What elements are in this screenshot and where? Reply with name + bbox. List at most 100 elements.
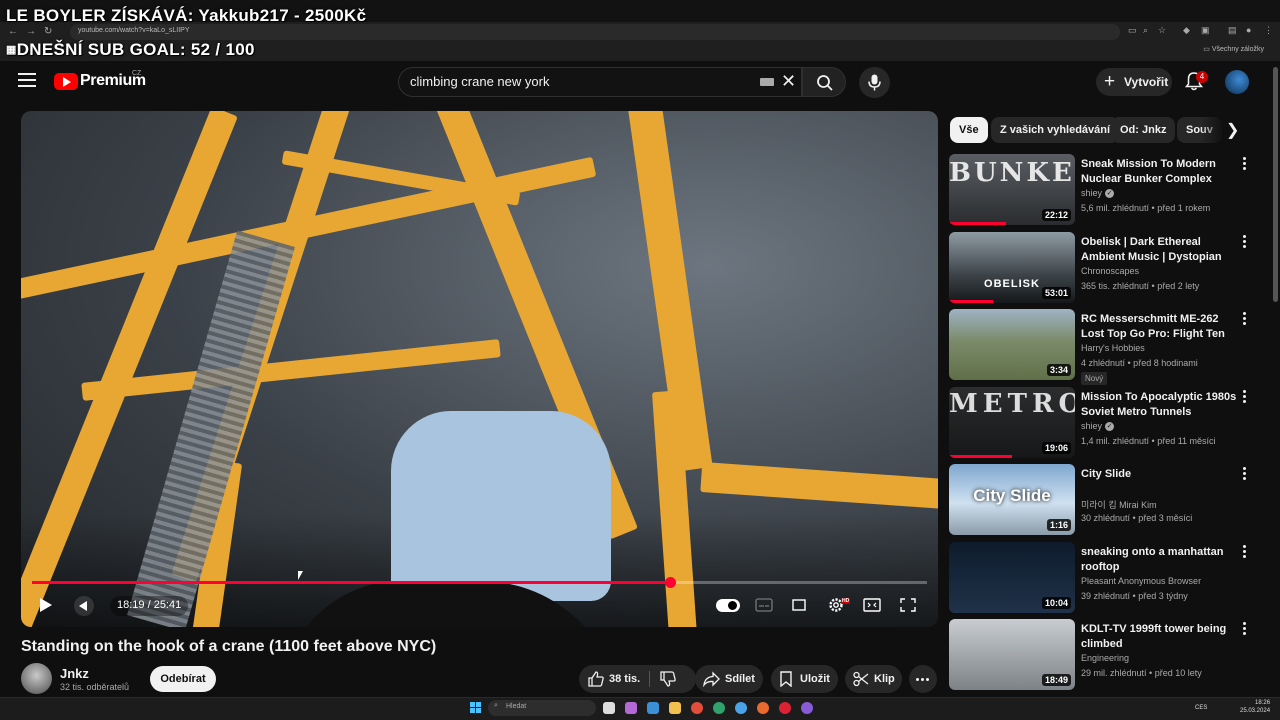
- search-button[interactable]: [802, 67, 846, 97]
- puzzle-icon[interactable]: ▣: [1201, 25, 1210, 36]
- more-options-icon[interactable]: [1243, 622, 1247, 637]
- account-avatar[interactable]: [1225, 70, 1249, 94]
- reload-icon[interactable]: ↻: [44, 26, 52, 37]
- more-options-icon[interactable]: [1243, 544, 1247, 560]
- video-thumbnail[interactable]: BUNKER 22:12: [949, 154, 1075, 225]
- watched-progress-bar: [949, 454, 1012, 458]
- dislike-thumbs-down-icon[interactable]: [660, 671, 676, 687]
- store-icon[interactable]: [647, 702, 659, 714]
- recommendation-channel[interactable]: shiey ✓: [1081, 188, 1115, 199]
- recommendation-meta: 4 zhlédnutí • před 8 hodinami: [1081, 358, 1198, 368]
- recommendation-title[interactable]: RC Messerschmitt ME-262 Lost Top Go Pro:…: [1081, 312, 1239, 342]
- autoplay-toggle[interactable]: [716, 599, 740, 612]
- theater-mode-icon[interactable]: [863, 597, 881, 613]
- recommendation-item[interactable]: 10:04 sneaking onto a manhattan rooftop Pl…: [949, 541, 1259, 614]
- play-icon[interactable]: [40, 598, 52, 612]
- app-icon[interactable]: [779, 702, 791, 714]
- more-actions-button[interactable]: [909, 665, 937, 693]
- keyboard-icon[interactable]: [760, 78, 774, 86]
- install-icon[interactable]: ▭: [1128, 25, 1137, 36]
- widgets-icon[interactable]: [625, 702, 637, 714]
- subscribe-button[interactable]: Odebírat: [150, 666, 216, 692]
- windows-start-icon[interactable]: [470, 702, 482, 714]
- recommendation-channel[interactable]: Chronoscapes: [1081, 266, 1139, 276]
- chevron-right-icon[interactable]: ❯: [1226, 120, 1239, 140]
- more-options-icon[interactable]: [1243, 389, 1247, 405]
- channel-avatar[interactable]: [21, 663, 52, 694]
- recommendation-title[interactable]: KDLT-TV 1999ft tower being climbed: [1081, 622, 1239, 652]
- hamburger-menu-icon[interactable]: [18, 73, 36, 87]
- more-options-icon[interactable]: [1243, 157, 1247, 172]
- like-thumbs-up-icon[interactable]: [588, 671, 604, 687]
- profile-icon[interactable]: ●: [1246, 25, 1251, 35]
- back-icon[interactable]: ←: [8, 26, 18, 37]
- recommendation-title[interactable]: sneaking onto a manhattan rooftop: [1081, 545, 1239, 575]
- recommendation-item[interactable]: 18:49 KDLT-TV 1999ft tower being climbed E…: [949, 619, 1259, 691]
- video-thumbnail[interactable]: METRO 19:06: [949, 386, 1075, 458]
- scrollbar[interactable]: [1273, 67, 1278, 302]
- taskbar-search[interactable]: ⌕ Hledat: [488, 700, 596, 716]
- chip-all[interactable]: Vše: [950, 117, 988, 143]
- recommendation-title[interactable]: Mission To Apocalyptic 1980s Soviet Metr…: [1081, 390, 1239, 420]
- progress-scrubber[interactable]: [664, 577, 676, 588]
- more-options-icon[interactable]: [1243, 467, 1247, 482]
- share-button[interactable]: Sdílet: [695, 665, 763, 693]
- clear-search-icon[interactable]: ✕: [781, 71, 796, 92]
- more-options-icon[interactable]: [1243, 312, 1247, 327]
- address-bar[interactable]: youtube.com/watch?v=kaLo_sLIIPY: [70, 24, 1120, 40]
- video-player[interactable]: [21, 111, 938, 627]
- youtube-logo-icon[interactable]: [54, 73, 78, 90]
- clip-button[interactable]: Klip: [845, 665, 902, 693]
- input-language[interactable]: CES: [1195, 705, 1207, 711]
- recommendation-channel[interactable]: Harry's Hobbies: [1081, 343, 1145, 353]
- video-thumbnail[interactable]: City Slide 1:16: [949, 464, 1075, 535]
- browser-menu-icon[interactable]: ⋮: [1264, 25, 1273, 36]
- save-label: Uložit: [800, 673, 830, 685]
- app-icon[interactable]: [735, 702, 747, 714]
- more-options-icon[interactable]: [1243, 234, 1247, 250]
- chip-from-searches[interactable]: Z vašich vyhledávání: [991, 117, 1120, 143]
- all-bookmarks[interactable]: ▭ Všechny záložky: [1203, 45, 1264, 53]
- task-view-icon[interactable]: [603, 702, 615, 714]
- fullscreen-icon[interactable]: [899, 597, 917, 613]
- forward-icon[interactable]: →: [26, 26, 36, 37]
- recommendation-channel[interactable]: 미라이 킴 Mirai Kim: [1081, 498, 1157, 511]
- recommendation-item[interactable]: City Slide 1:16 City Slide 미라이 킴 Mirai Kim 3…: [949, 464, 1259, 536]
- recommendation-channel[interactable]: Pleasant Anonymous Browser: [1081, 576, 1201, 586]
- video-thumbnail[interactable]: 10:04: [949, 541, 1075, 613]
- like-count[interactable]: 38 tis.: [609, 673, 640, 685]
- channel-name[interactable]: Jnkz: [60, 666, 89, 681]
- recommendation-item[interactable]: 3:34 RC Messerschmitt ME-262 Lost Top Go …: [949, 309, 1259, 385]
- recommendation-channel[interactable]: Engineering: [1081, 653, 1129, 663]
- sidebar-icon[interactable]: ▤: [1228, 25, 1237, 36]
- recommendation-channel[interactable]: shiey ✓: [1081, 421, 1115, 431]
- video-thumbnail[interactable]: OBELISK 53:01: [949, 231, 1075, 303]
- recommendation-item[interactable]: OBELISK 53:01 Obelisk | Dark Ethereal Ambi…: [949, 231, 1259, 304]
- zoom-icon[interactable]: ⌕: [1143, 25, 1148, 36]
- firefox-icon[interactable]: [757, 702, 769, 714]
- app-icon[interactable]: [801, 702, 813, 714]
- recommendation-item[interactable]: BUNKER 22:12 Sneak Mission To Modern Nucle…: [949, 154, 1259, 226]
- recommendation-item[interactable]: METRO 19:06 Mission To Apocalyptic 1980s S…: [949, 386, 1259, 459]
- recommendation-title[interactable]: Obelisk | Dark Ethereal Ambient Music | …: [1081, 235, 1239, 265]
- chrome-icon[interactable]: [691, 702, 703, 714]
- miniplayer-icon[interactable]: [790, 597, 808, 613]
- save-button[interactable]: Uložit: [771, 665, 838, 693]
- video-thumbnail[interactable]: 18:49: [949, 619, 1075, 690]
- chip-from-channel[interactable]: Od: Jnkz: [1111, 117, 1176, 143]
- volume-icon[interactable]: [74, 596, 94, 616]
- voice-search-button[interactable]: [859, 67, 890, 98]
- clock[interactable]: 18:26 25.03.2024: [1240, 699, 1270, 715]
- video-thumbnail[interactable]: 3:34: [949, 309, 1075, 380]
- edge-icon[interactable]: [713, 702, 725, 714]
- file-explorer-icon[interactable]: [669, 702, 681, 714]
- url-text: youtube.com/watch?v=kaLo_sLIIPY: [78, 27, 190, 34]
- recommendation-title[interactable]: City Slide: [1081, 467, 1239, 482]
- search-input[interactable]: [410, 74, 750, 89]
- create-button[interactable]: + Vytvořit: [1096, 68, 1172, 96]
- extension-icon[interactable]: ◆: [1183, 25, 1190, 36]
- bookmark-star-icon[interactable]: ☆: [1158, 25, 1166, 36]
- recommendation-title[interactable]: Sneak Mission To Modern Nuclear Bunker C…: [1081, 157, 1239, 187]
- all-bookmarks-label: Všechny záložky: [1211, 46, 1264, 53]
- subtitles-icon[interactable]: [755, 597, 773, 613]
